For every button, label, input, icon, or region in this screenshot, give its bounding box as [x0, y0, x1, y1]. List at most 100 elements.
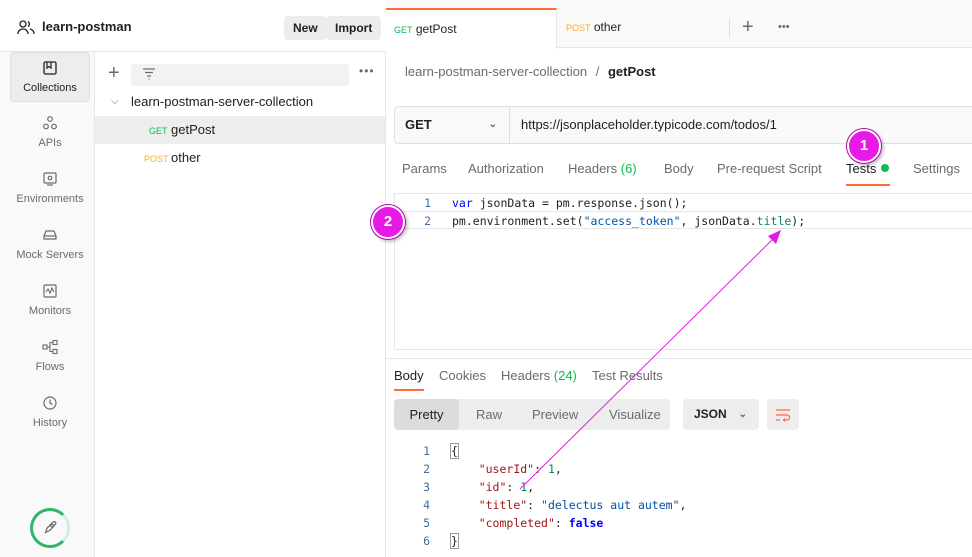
environments-icon [41, 170, 59, 188]
annotation-badge-2: 2 [371, 205, 405, 239]
tab-body[interactable]: Body [664, 161, 694, 176]
more-options-icon[interactable]: ••• [359, 64, 375, 78]
plus-icon[interactable]: + [108, 63, 120, 83]
response-tabs: Body Cookies Headers (24) Test Results [386, 358, 972, 392]
request-item-getpost[interactable]: GET getPost [95, 116, 385, 144]
breadcrumb: learn-postman-server-collection / getPos… [405, 64, 656, 79]
method-select[interactable]: GET ⌄ [395, 107, 510, 143]
rail-item-environments[interactable]: Environments [10, 164, 90, 214]
breadcrumb-request[interactable]: getPost [608, 64, 656, 79]
tab-test-results[interactable]: Test Results [592, 368, 663, 383]
json-line: 6 } [394, 532, 972, 550]
tab-divider [729, 18, 730, 38]
rail-label: Collections [23, 82, 77, 94]
team-icon [17, 20, 35, 35]
filter-input[interactable] [131, 64, 349, 86]
sidebar-toolbar: + ••• [95, 60, 386, 86]
json-brace: { [450, 443, 459, 459]
code-string: "access_token" [583, 214, 681, 228]
json-line: 4 "title": "delectus aut autem", [394, 496, 972, 514]
view-visualize-button[interactable]: Visualize [609, 399, 661, 430]
rail-item-history[interactable]: History [10, 388, 90, 438]
rail-item-flows[interactable]: Flows [10, 332, 90, 382]
code-text: , jsonData. [680, 214, 757, 228]
tab-settings[interactable]: Settings [913, 161, 960, 176]
code-property: title [756, 214, 792, 228]
tabs-more-icon[interactable]: ••• [778, 21, 790, 33]
flows-icon [41, 338, 59, 356]
json-value: 1 [520, 480, 528, 494]
json-key: "userId" [478, 462, 535, 476]
request-name: getPost [171, 122, 216, 137]
request-name: other [171, 150, 201, 165]
line-number: 5 [423, 516, 430, 530]
chevron-down-icon: ⌄ [488, 119, 497, 130]
tab-getpost[interactable]: GET getPost [386, 8, 557, 49]
headers-count: (6) [620, 161, 637, 176]
json-line: 5 "completed": false [394, 514, 972, 532]
method-badge: GET [394, 25, 413, 35]
request-section-tabs: Params Authorization Headers (6) Body Pr… [386, 150, 972, 192]
left-rail: Collections APIs Environments Mock Serve… [0, 0, 95, 557]
active-tab-underline [846, 184, 890, 186]
chevron-down-icon[interactable]: ⌵ [111, 88, 119, 116]
tab-headers[interactable]: Headers (6) [568, 161, 637, 176]
view-raw-button[interactable]: Raw [476, 399, 502, 430]
tab-label: other [593, 20, 622, 34]
tests-editor[interactable]: 1 var jsonData = pm.response.json(); 2 p… [394, 193, 972, 350]
json-value: "delectus aut autem" [541, 498, 680, 512]
rail-item-collections[interactable]: Collections [10, 52, 90, 102]
status-dot-icon [881, 164, 890, 172]
url-bar: GET ⌄ https://jsonplaceholder.typicode.c… [394, 106, 972, 144]
workspace-name[interactable]: learn-postman [42, 19, 132, 34]
collection-row[interactable]: ⌵ learn-postman-server-collection [95, 88, 385, 116]
json-key: "id" [478, 480, 507, 494]
method-badge: GET [149, 126, 168, 136]
rail-label: Monitors [28, 305, 72, 317]
json-brace: } [450, 533, 459, 549]
annotation-badge-1: 1 [847, 129, 881, 163]
apis-icon [41, 114, 59, 132]
line-number: 1 [424, 196, 431, 210]
wrap-lines-button[interactable] [767, 399, 799, 430]
format-select[interactable]: JSON ⌄ [683, 399, 759, 430]
collections-sidebar: + ••• ⌵ learn-postman-server-collection … [95, 52, 386, 557]
tab-label: Headers [501, 368, 551, 383]
line-number: 1 [423, 444, 430, 458]
url-input[interactable]: https://jsonplaceholder.typicode.com/tod… [521, 107, 777, 143]
rail-item-mock-servers[interactable]: Mock Servers [10, 220, 90, 270]
tab-response-headers[interactable]: Headers (24) [501, 368, 577, 383]
import-button[interactable]: Import [326, 16, 382, 40]
tab-label: Tests [846, 161, 877, 176]
json-key: "title" [478, 498, 528, 512]
rail-item-apis[interactable]: APIs [10, 108, 90, 158]
rail-label: Mock Servers [16, 249, 84, 261]
rocket-icon[interactable] [30, 508, 70, 548]
new-tab-plus-icon[interactable]: + [742, 17, 754, 37]
line-number: 6 [423, 534, 430, 548]
tab-authorization[interactable]: Authorization [468, 161, 544, 176]
rail-item-monitors[interactable]: Monitors [10, 276, 90, 326]
line-number: 4 [423, 498, 430, 512]
tab-params[interactable]: Params [402, 161, 447, 176]
request-item-other[interactable]: POST other [95, 144, 385, 172]
tab-response-body[interactable]: Body [394, 368, 424, 383]
view-pretty-button[interactable]: Pretty [394, 399, 459, 430]
new-button[interactable]: New [284, 16, 327, 40]
breadcrumb-collection[interactable]: learn-postman-server-collection [405, 64, 587, 79]
code-line: 1 var jsonData = pm.response.json(); [395, 194, 972, 212]
json-value: 1 [547, 462, 555, 476]
tab-tests[interactable]: Tests [846, 161, 890, 176]
view-preview-button[interactable]: Preview [532, 399, 578, 430]
rail-label: History [32, 417, 68, 429]
tab-cookies[interactable]: Cookies [439, 368, 486, 383]
wrap-icon [776, 408, 791, 422]
rail-label: Environments [16, 193, 84, 205]
tab-other[interactable]: POST other [558, 8, 728, 48]
response-body[interactable]: 1 { 2 "userId": 1, 3 "id": 1, 4 "title":… [394, 440, 972, 557]
line-number: 3 [423, 480, 430, 494]
tab-label: Headers [568, 161, 618, 176]
rail-label: Flows [35, 361, 65, 373]
history-icon [41, 394, 59, 412]
tab-pre-request-script[interactable]: Pre-request Script [717, 161, 822, 176]
